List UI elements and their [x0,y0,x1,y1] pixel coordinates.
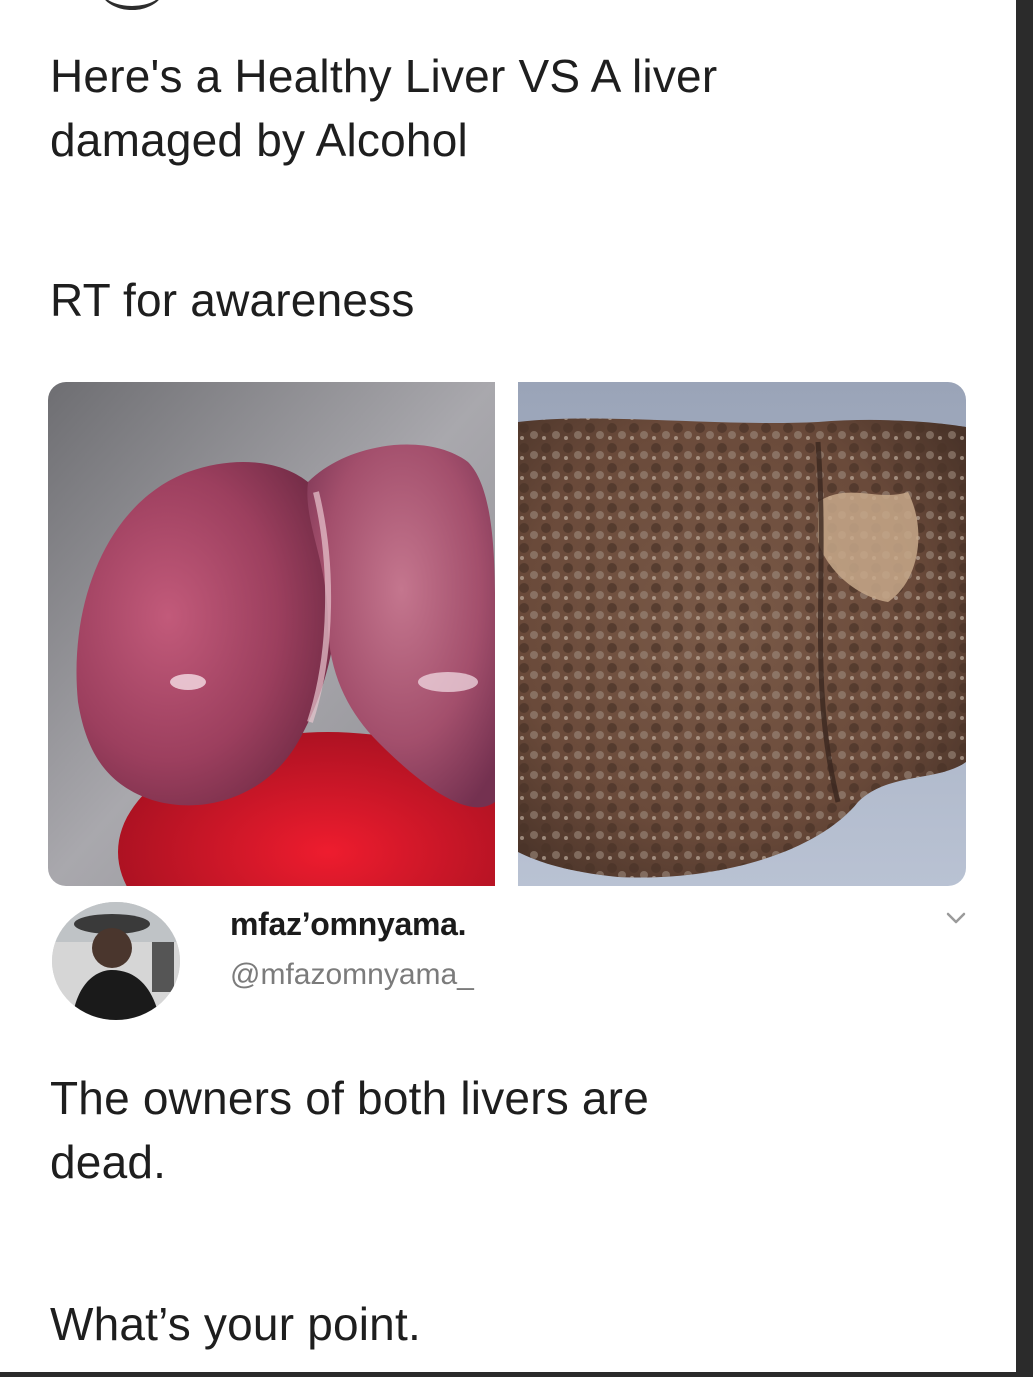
profile-photo[interactable] [52,902,180,1020]
tweet-text-secondary: RT for awareness [50,274,415,326]
window-edge [1016,0,1033,1377]
top-avatar-edge [100,0,164,10]
reply-text: The owners of both livers are dead. [50,1072,649,1188]
tweet-text: Here's a Healthy Liver VS A liver damage… [50,50,718,166]
chevron-down-icon[interactable] [942,904,970,932]
display-name[interactable]: mfaz’omnyama. [230,906,466,943]
reply-header: mfaz’omnyama. @mfazomnyama_ [50,900,970,1030]
tweet-media [48,382,966,886]
healthy-liver-photo[interactable] [48,382,495,886]
user-handle[interactable]: @mfazomnyama_ [230,958,474,992]
bottom-edge [0,1372,1016,1377]
damaged-liver-photo[interactable] [518,382,966,886]
reply-text-secondary: What’s your point. [50,1298,421,1350]
